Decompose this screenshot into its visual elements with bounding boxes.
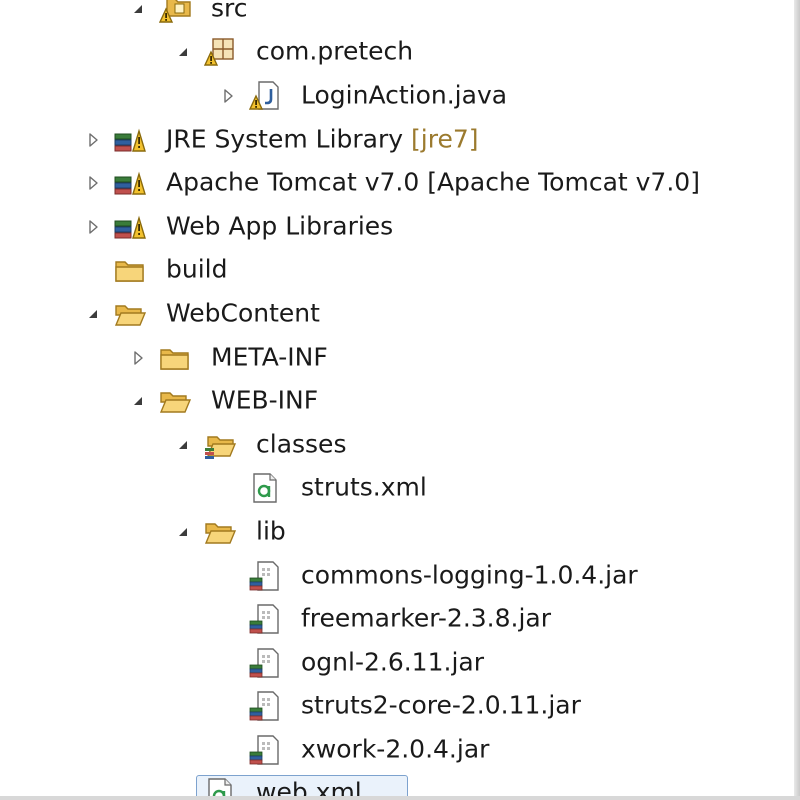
collapse-arrow-icon[interactable]	[174, 523, 192, 541]
collapse-arrow-icon[interactable]	[174, 436, 192, 454]
tree-item-label: classes	[256, 429, 346, 459]
tree-item-label: JRE System Library [jre7]	[166, 124, 479, 154]
tree-item-build[interactable]: build	[0, 249, 790, 293]
library-icon	[114, 124, 146, 156]
folder-open-icon	[159, 385, 192, 417]
folder-open-stack-icon	[204, 429, 237, 461]
expand-arrow-icon[interactable]	[84, 218, 102, 236]
tree-item-label: commons-logging-1.0.4.jar	[301, 560, 638, 590]
java-file-warning-icon	[248, 80, 281, 112]
tree-item-lib[interactable]: lib	[0, 510, 790, 554]
tree-item-decoration: [jre7]	[403, 123, 479, 153]
tree-item-web-app-libraries[interactable]: Web App Libraries	[0, 205, 790, 249]
jar-file-icon	[249, 603, 281, 635]
tree-item-freemarker-2-3-8-jar[interactable]: freemarker-2.3.8.jar	[0, 597, 790, 641]
tree-item-loginaction-java[interactable]: LoginAction.java	[0, 74, 790, 118]
tree-item-text: classes	[256, 429, 347, 459]
tree-item-src[interactable]: src	[0, 0, 790, 31]
tree-item-ognl-2-6-11-jar[interactable]: ognl-2.6.11.jar	[0, 641, 790, 685]
tree-item-text: Web App Libraries	[166, 211, 394, 241]
tree-item-label: xwork-2.0.4.jar	[301, 734, 489, 764]
collapse-arrow-icon[interactable]	[84, 305, 102, 323]
tree-item-text: build	[166, 254, 228, 284]
package-warning-icon	[203, 36, 236, 68]
panel-bottom-edge	[0, 796, 800, 800]
folder-open-icon	[114, 298, 147, 330]
source-folder-warning-icon	[158, 0, 191, 25]
tree-item-label: src	[211, 0, 248, 23]
tree-item-label: ognl-2.6.11.jar	[301, 647, 484, 677]
expand-arrow-icon[interactable]	[129, 349, 147, 367]
project-tree: src com.pretech LoginAction.java JRE Sys…	[0, 0, 790, 800]
tree-item-label: com.pretech	[256, 37, 413, 67]
tree-item-label: WebContent	[166, 298, 320, 328]
tree-item-struts-xml[interactable]: struts.xml	[0, 467, 790, 511]
folder-open-icon	[204, 516, 237, 548]
tree-item-webcontent[interactable]: WebContent	[0, 292, 790, 336]
library-icon	[114, 167, 146, 199]
tree-item-label: lib	[256, 516, 286, 546]
folder-icon	[159, 342, 191, 374]
tree-item-xwork-2-0-4-jar[interactable]: xwork-2.0.4.jar	[0, 728, 790, 772]
xml-file-icon	[249, 472, 281, 504]
jar-file-icon	[249, 734, 281, 766]
jar-file-icon	[249, 690, 281, 722]
tree-item-text: com.pretech	[256, 36, 414, 66]
tree-item-jre-system-library[interactable]: JRE System Library [jre7]	[0, 118, 790, 162]
tree-item-com-pretech[interactable]: com.pretech	[0, 31, 790, 75]
panel-right-edge	[794, 0, 800, 800]
tree-item-text: commons-logging-1.0.4.jar	[301, 559, 638, 589]
expand-arrow-icon[interactable]	[219, 87, 237, 105]
tree-item-label: WEB-INF	[211, 386, 318, 416]
tree-item-classes[interactable]: classes	[0, 423, 790, 467]
tree-item-text: WEB-INF	[211, 385, 319, 415]
tree-item-label: META-INF	[211, 342, 328, 372]
tree-item-text: struts2-core-2.0.11.jar	[301, 690, 581, 720]
collapse-arrow-icon[interactable]	[174, 43, 192, 61]
tree-item-commons-logging-1-0-4-jar[interactable]: commons-logging-1.0.4.jar	[0, 554, 790, 598]
folder-icon	[114, 254, 146, 286]
tree-item-text: META-INF	[211, 341, 328, 371]
tree-item-text: LoginAction.java	[301, 80, 508, 110]
expand-arrow-icon[interactable]	[84, 174, 102, 192]
tree-item-text: freemarker-2.3.8.jar	[301, 603, 552, 633]
tree-item-label: struts2-core-2.0.11.jar	[301, 691, 581, 721]
tree-item-struts2-core-2-0-11-jar[interactable]: struts2-core-2.0.11.jar	[0, 685, 790, 729]
tree-item-label: Web App Libraries	[166, 211, 393, 241]
library-icon	[114, 211, 146, 243]
tree-item-text: xwork-2.0.4.jar	[301, 734, 490, 764]
tree-item-text: struts.xml	[301, 472, 427, 502]
tree-item-label: LoginAction.java	[301, 80, 507, 110]
tree-item-text: JRE System Library	[166, 123, 404, 153]
tree-item-text: ognl-2.6.11.jar	[301, 647, 484, 677]
collapse-arrow-icon[interactable]	[129, 392, 147, 410]
tree-item-text: WebContent	[166, 298, 320, 328]
tree-item-label: build	[166, 255, 227, 285]
expand-arrow-icon[interactable]	[84, 131, 102, 149]
tree-item-label: Apache Tomcat v7.0 [Apache Tomcat v7.0]	[166, 168, 700, 198]
tree-item-label: freemarker-2.3.8.jar	[301, 604, 551, 634]
project-explorer: src com.pretech LoginAction.java JRE Sys…	[0, 0, 800, 800]
tree-item-text: src	[211, 0, 248, 23]
tree-item-text: lib	[256, 516, 286, 546]
tree-item-meta-inf[interactable]: META-INF	[0, 336, 790, 380]
tree-item-apache-tomcat-v7-0-apache-tomcat-v7-0[interactable]: Apache Tomcat v7.0 [Apache Tomcat v7.0]	[0, 161, 790, 205]
tree-item-label: struts.xml	[301, 473, 427, 503]
tree-item-text: Apache Tomcat v7.0 [Apache Tomcat v7.0]	[166, 167, 700, 197]
jar-file-icon	[249, 560, 281, 592]
collapse-arrow-icon[interactable]	[129, 0, 147, 18]
tree-item-web-inf[interactable]: WEB-INF	[0, 379, 790, 423]
jar-file-icon	[249, 647, 281, 679]
